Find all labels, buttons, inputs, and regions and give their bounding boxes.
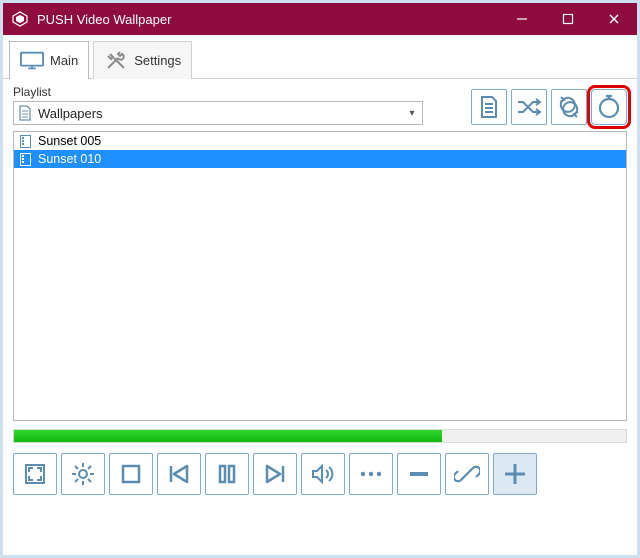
tab-settings[interactable]: Settings xyxy=(93,41,192,79)
tab-main-label: Main xyxy=(50,53,78,68)
titlebar: PUSH Video Wallpaper xyxy=(3,3,637,35)
playlist-label: Playlist xyxy=(13,85,423,99)
more-button[interactable] xyxy=(349,453,393,495)
link-button[interactable] xyxy=(445,453,489,495)
minimize-button[interactable] xyxy=(499,3,545,35)
progress-fill xyxy=(14,430,442,442)
close-button[interactable] xyxy=(591,3,637,35)
document-icon xyxy=(14,105,36,121)
pause-button[interactable] xyxy=(205,453,249,495)
shuffle-button[interactable] xyxy=(511,89,547,125)
fullscreen-button[interactable] xyxy=(13,453,57,495)
next-button[interactable] xyxy=(253,453,297,495)
volume-button[interactable] xyxy=(301,453,345,495)
list-item[interactable]: Sunset 010 xyxy=(14,150,626,168)
maximize-button[interactable] xyxy=(545,3,591,35)
progress-bar[interactable] xyxy=(13,429,627,443)
list-item[interactable]: Sunset 005 xyxy=(14,132,626,150)
playlist-dropdown[interactable]: Wallpapers ▾ xyxy=(13,101,423,125)
interval-button[interactable] xyxy=(591,89,627,125)
video-file-icon xyxy=(18,135,32,148)
loop-button[interactable] xyxy=(551,89,587,125)
video-file-icon xyxy=(18,153,32,166)
add-button[interactable] xyxy=(493,453,537,495)
monitor-icon xyxy=(20,50,44,72)
tab-main[interactable]: Main xyxy=(9,41,89,79)
remove-button[interactable] xyxy=(397,453,441,495)
tab-bar: Main Settings xyxy=(3,35,637,79)
stop-button[interactable] xyxy=(109,453,153,495)
playlist-selected: Wallpapers xyxy=(36,106,402,121)
window-title: PUSH Video Wallpaper xyxy=(37,12,499,27)
chevron-down-icon: ▾ xyxy=(402,108,422,119)
bottom-controls xyxy=(3,443,637,505)
tab-settings-label: Settings xyxy=(134,53,181,68)
playlist-listbox[interactable]: Sunset 005 Sunset 010 xyxy=(13,131,627,421)
app-icon xyxy=(11,10,29,28)
new-playlist-button[interactable] xyxy=(471,89,507,125)
app-window: PUSH Video Wallpaper Main Settings xyxy=(0,0,640,558)
settings-gear-button[interactable] xyxy=(61,453,105,495)
list-item-label: Sunset 005 xyxy=(38,134,101,148)
previous-button[interactable] xyxy=(157,453,201,495)
list-item-label: Sunset 010 xyxy=(38,152,101,166)
tools-icon xyxy=(104,50,128,72)
main-panel: Playlist Wallpapers ▾ xyxy=(3,79,637,443)
